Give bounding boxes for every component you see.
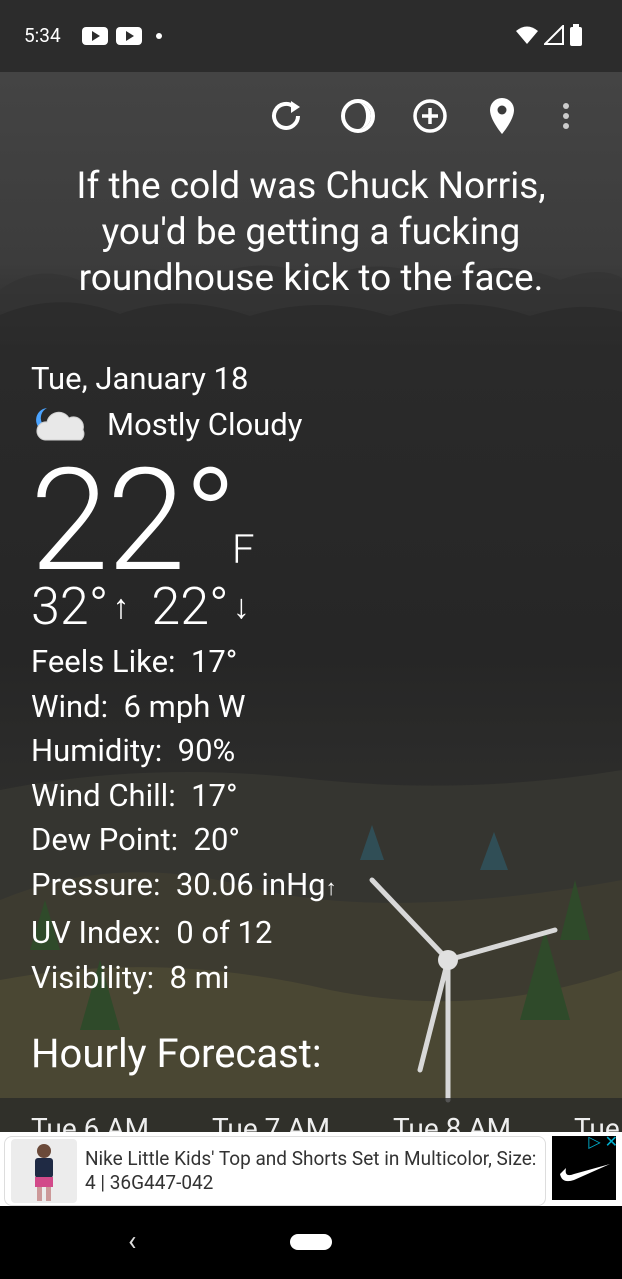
detail-row: Pressure: 30.06 inHg↑ xyxy=(31,865,337,903)
system-icons xyxy=(516,24,582,46)
toolbar xyxy=(262,94,622,138)
theme-icon[interactable] xyxy=(336,94,380,138)
low-temperature: 22° xyxy=(151,576,229,637)
location-pin-icon[interactable] xyxy=(480,94,524,138)
refresh-icon[interactable] xyxy=(264,94,308,138)
wifi-icon xyxy=(516,26,538,44)
detail-row: Dew Point: 20° xyxy=(31,821,240,858)
hourly-forecast-title: Hourly Forecast: xyxy=(31,1030,322,1077)
battery-icon xyxy=(570,24,582,46)
home-pill-icon[interactable] xyxy=(290,1234,332,1250)
ad-text[interactable]: Nike Little Kids' Top and Shorts Set in … xyxy=(85,1147,541,1195)
cell-signal-icon xyxy=(544,25,564,45)
ad-choices-icon[interactable]: ▷ ✕ xyxy=(588,1132,618,1151)
hourly-item[interactable]: Tue xyxy=(574,1112,620,1132)
current-temperature: 22° xyxy=(30,437,237,604)
youtube-notification-icon xyxy=(82,27,108,45)
status-time: 5:34 xyxy=(24,24,61,47)
high-temperature: 32° xyxy=(31,576,109,637)
status-bar: 5:34 xyxy=(0,0,622,72)
detail-row: Wind: 6 mph W xyxy=(31,687,246,725)
back-icon[interactable]: ‹ xyxy=(128,1224,136,1257)
system-navigation-bar: ‹ xyxy=(0,1206,622,1279)
ad-banner[interactable]: Nike Little Kids' Top and Shorts Set in … xyxy=(0,1132,622,1206)
high-low-temperatures: 32° ↑ 22° ↓ xyxy=(31,576,268,637)
weather-quote: If the cold was Chuck Norris, you'd be g… xyxy=(76,165,546,300)
more-vert-icon[interactable] xyxy=(544,94,588,138)
arrow-down-icon: ↓ xyxy=(232,586,250,627)
detail-row: Humidity: 90% xyxy=(31,732,236,769)
arrow-up-icon: ↑ xyxy=(112,586,130,627)
hourly-item[interactable]: Tue 7 AM xyxy=(212,1112,330,1132)
more-notifications-dot-icon xyxy=(156,33,162,39)
detail-row: Wind Chill: 17° xyxy=(31,776,238,814)
youtube-notification-icon xyxy=(116,27,142,45)
detail-row: UV Index: 0 of 12 xyxy=(31,914,273,951)
detail-row: Visibility: 8 mi xyxy=(31,958,230,996)
hourly-item[interactable]: Tue 8 AM xyxy=(393,1112,511,1132)
hourly-item[interactable]: Tue 6 AM xyxy=(31,1112,149,1132)
add-location-icon[interactable] xyxy=(408,94,452,138)
current-date: Tue, January 18 xyxy=(31,360,249,397)
hourly-forecast-strip[interactable]: Tue 6 AM Tue 7 AM Tue 8 AM Tue xyxy=(0,1098,622,1132)
ad-product-image[interactable] xyxy=(11,1139,77,1203)
ad-card[interactable]: Nike Little Kids' Top and Shorts Set in … xyxy=(4,1136,546,1206)
weather-details: Feels Like: 17° Wind: 6 mph W Humidity: … xyxy=(31,640,337,1000)
pressure-rising-icon: ↑ xyxy=(325,875,337,901)
detail-row: Feels Like: 17° xyxy=(31,643,238,680)
temperature-unit: F xyxy=(232,526,255,573)
notification-icons xyxy=(82,27,162,45)
